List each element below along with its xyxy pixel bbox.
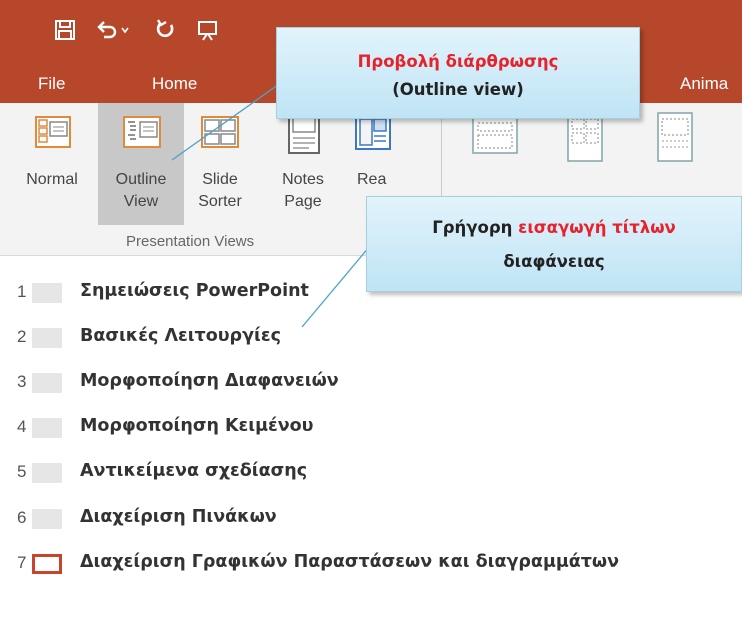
outline-slide-row[interactable]: 2 Βασικές Λειτουργίες <box>0 320 742 352</box>
outline-slide-row[interactable]: 4 Μορφοποίηση Κειμένου <box>0 410 742 442</box>
callout-titles-highlight: εισαγωγή τίτλων <box>518 218 676 237</box>
slide-title[interactable]: Μορφοποίηση Διαφανειών <box>80 371 339 391</box>
outline-slide-row[interactable]: 3 Μορφοποίηση Διαφανειών <box>0 365 742 397</box>
notes-master-icon[interactable] <box>650 111 700 163</box>
outline-view-label: Outline View <box>115 171 167 210</box>
callout-outline-title: Προβολή διάρθρωσης <box>357 52 559 71</box>
callout-titles-prefix: Γρήγορη <box>432 218 519 237</box>
slide-title[interactable]: Διαχείριση Γραφικών Παραστάσεων και διαγ… <box>80 552 619 572</box>
outline-slide-row[interactable]: 5 Αντικείμενα σχεδίασης <box>0 455 742 487</box>
slide-icon <box>32 509 62 529</box>
outline-slide-row[interactable]: 6 Διαχείριση Πινάκων <box>0 501 742 533</box>
callout-slide-titles: Γρήγορη εισαγωγή τίτλων διαφάνειας <box>366 196 742 292</box>
tab-file[interactable]: File <box>38 74 65 94</box>
slide-sorter-icon <box>201 116 239 148</box>
start-from-beginning-icon[interactable] <box>193 12 223 48</box>
redo-icon[interactable] <box>150 12 180 48</box>
slide-number: 3 <box>17 372 27 391</box>
slide-icon <box>32 463 62 483</box>
normal-view-label: Normal <box>26 171 78 188</box>
slide-icon <box>32 328 62 348</box>
slide-number: 1 <box>17 282 27 301</box>
slide-number: 4 <box>17 417 27 436</box>
notes-page-label: Notes Page <box>282 171 324 210</box>
slide-icon <box>32 554 62 574</box>
callout-titles-line1: Γρήγορη εισαγωγή τίτλων <box>367 211 741 245</box>
reading-view-label: Reading <box>357 171 387 188</box>
slide-number: 7 <box>17 553 27 572</box>
outline-view-icon <box>123 116 161 148</box>
normal-view-button[interactable]: Normal <box>12 103 92 225</box>
slide-title[interactable]: Αντικείμενα σχεδίασης <box>80 461 307 481</box>
chevron-down-icon[interactable] <box>118 12 132 48</box>
slide-title[interactable]: Σημειώσεις PowerPoint <box>80 281 309 301</box>
normal-view-icon <box>35 116 71 148</box>
callout-titles-line2: διαφάνειας <box>503 252 605 271</box>
slide-number: 6 <box>17 508 27 527</box>
callout-outline-subtitle: (Outline view) <box>392 80 524 99</box>
slide-title[interactable]: Βασικές Λειτουργίες <box>80 326 281 346</box>
slide-sorter-label: Slide Sorter <box>198 171 242 210</box>
presentation-views-group-label: Presentation Views <box>126 233 255 250</box>
slide-title[interactable]: Μορφοποίηση Κειμένου <box>80 416 314 436</box>
notes-page-button[interactable]: Notes Page <box>272 103 334 225</box>
save-icon[interactable] <box>50 12 80 48</box>
slide-sorter-button[interactable]: Slide Sorter <box>188 103 252 225</box>
slide-number: 5 <box>17 462 27 481</box>
slide-number: 2 <box>17 327 27 346</box>
tab-home[interactable]: Home <box>152 74 197 94</box>
tab-animations[interactable]: Anima <box>680 74 728 94</box>
outline-pane[interactable]: 1 Σημειώσεις PowerPoint 2 Βασικές Λειτου… <box>0 257 742 617</box>
slide-icon <box>32 418 62 438</box>
outline-view-button[interactable]: Outline View <box>98 103 184 225</box>
slide-icon <box>32 283 62 303</box>
callout-outline-view: Προβολή διάρθρωσης (Outline view) <box>276 27 640 119</box>
outline-slide-row-active[interactable]: 7 Διαχείριση Γραφικών Παραστάσεων και δι… <box>0 546 742 578</box>
slide-icon <box>32 373 62 393</box>
slide-title[interactable]: Διαχείριση Πινάκων <box>80 507 277 527</box>
